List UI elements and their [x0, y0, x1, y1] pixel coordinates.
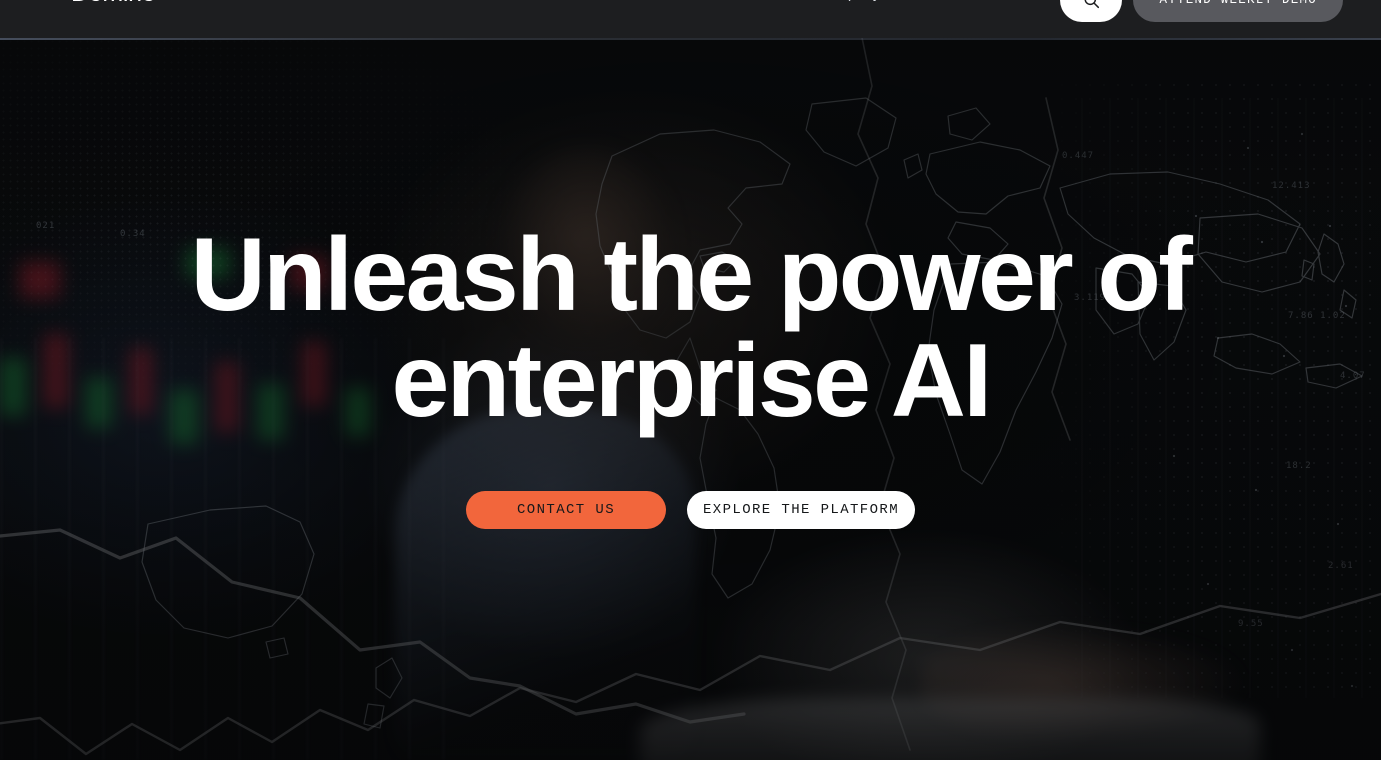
- hero-cta-group: CONTACT US EXPLORE THE PLATFORM: [466, 491, 915, 529]
- domino-arrow-logo-icon: [36, 0, 62, 6]
- main-navigation: Platform Solutions Learn Customers Partn…: [300, 0, 901, 4]
- nav-item-partners[interactable]: Partners: [696, 0, 795, 4]
- explore-the-platform-button[interactable]: EXPLORE THE PLATFORM: [687, 491, 915, 529]
- hero-title: Unleash the power of enterprise AI: [161, 222, 1221, 434]
- header-actions: ATTEND WEEKLY DEMO: [1060, 0, 1343, 22]
- page-root: Domino Platform Solutions Learn Customer…: [0, 0, 1381, 760]
- hero-content: Unleash the power of enterprise AI CONTA…: [0, 38, 1381, 760]
- nav-item-customers[interactable]: Customers: [582, 0, 697, 4]
- hero-title-line-2: enterprise AI: [391, 323, 992, 439]
- search-icon: [1083, 0, 1100, 9]
- nav-item-company[interactable]: Company: [795, 0, 901, 4]
- attend-weekly-demo-button[interactable]: ATTEND WEEKLY DEMO: [1133, 0, 1343, 22]
- search-button[interactable]: [1060, 0, 1123, 22]
- brand-logo[interactable]: Domino: [36, 0, 156, 8]
- site-header: Domino Platform Solutions Learn Customer…: [0, 0, 1381, 38]
- nav-item-learn[interactable]: Learn: [502, 0, 582, 4]
- brand-name: Domino: [71, 0, 156, 8]
- hero-section: 12.413 7.86 1.02 0.447 3.119 021 0.34 4.…: [0, 38, 1381, 760]
- nav-item-solutions[interactable]: Solutions: [398, 0, 502, 4]
- nav-item-platform[interactable]: Platform: [300, 0, 398, 4]
- hero-title-line-1: Unleash the power of: [190, 217, 1193, 333]
- contact-us-button[interactable]: CONTACT US: [466, 491, 666, 529]
